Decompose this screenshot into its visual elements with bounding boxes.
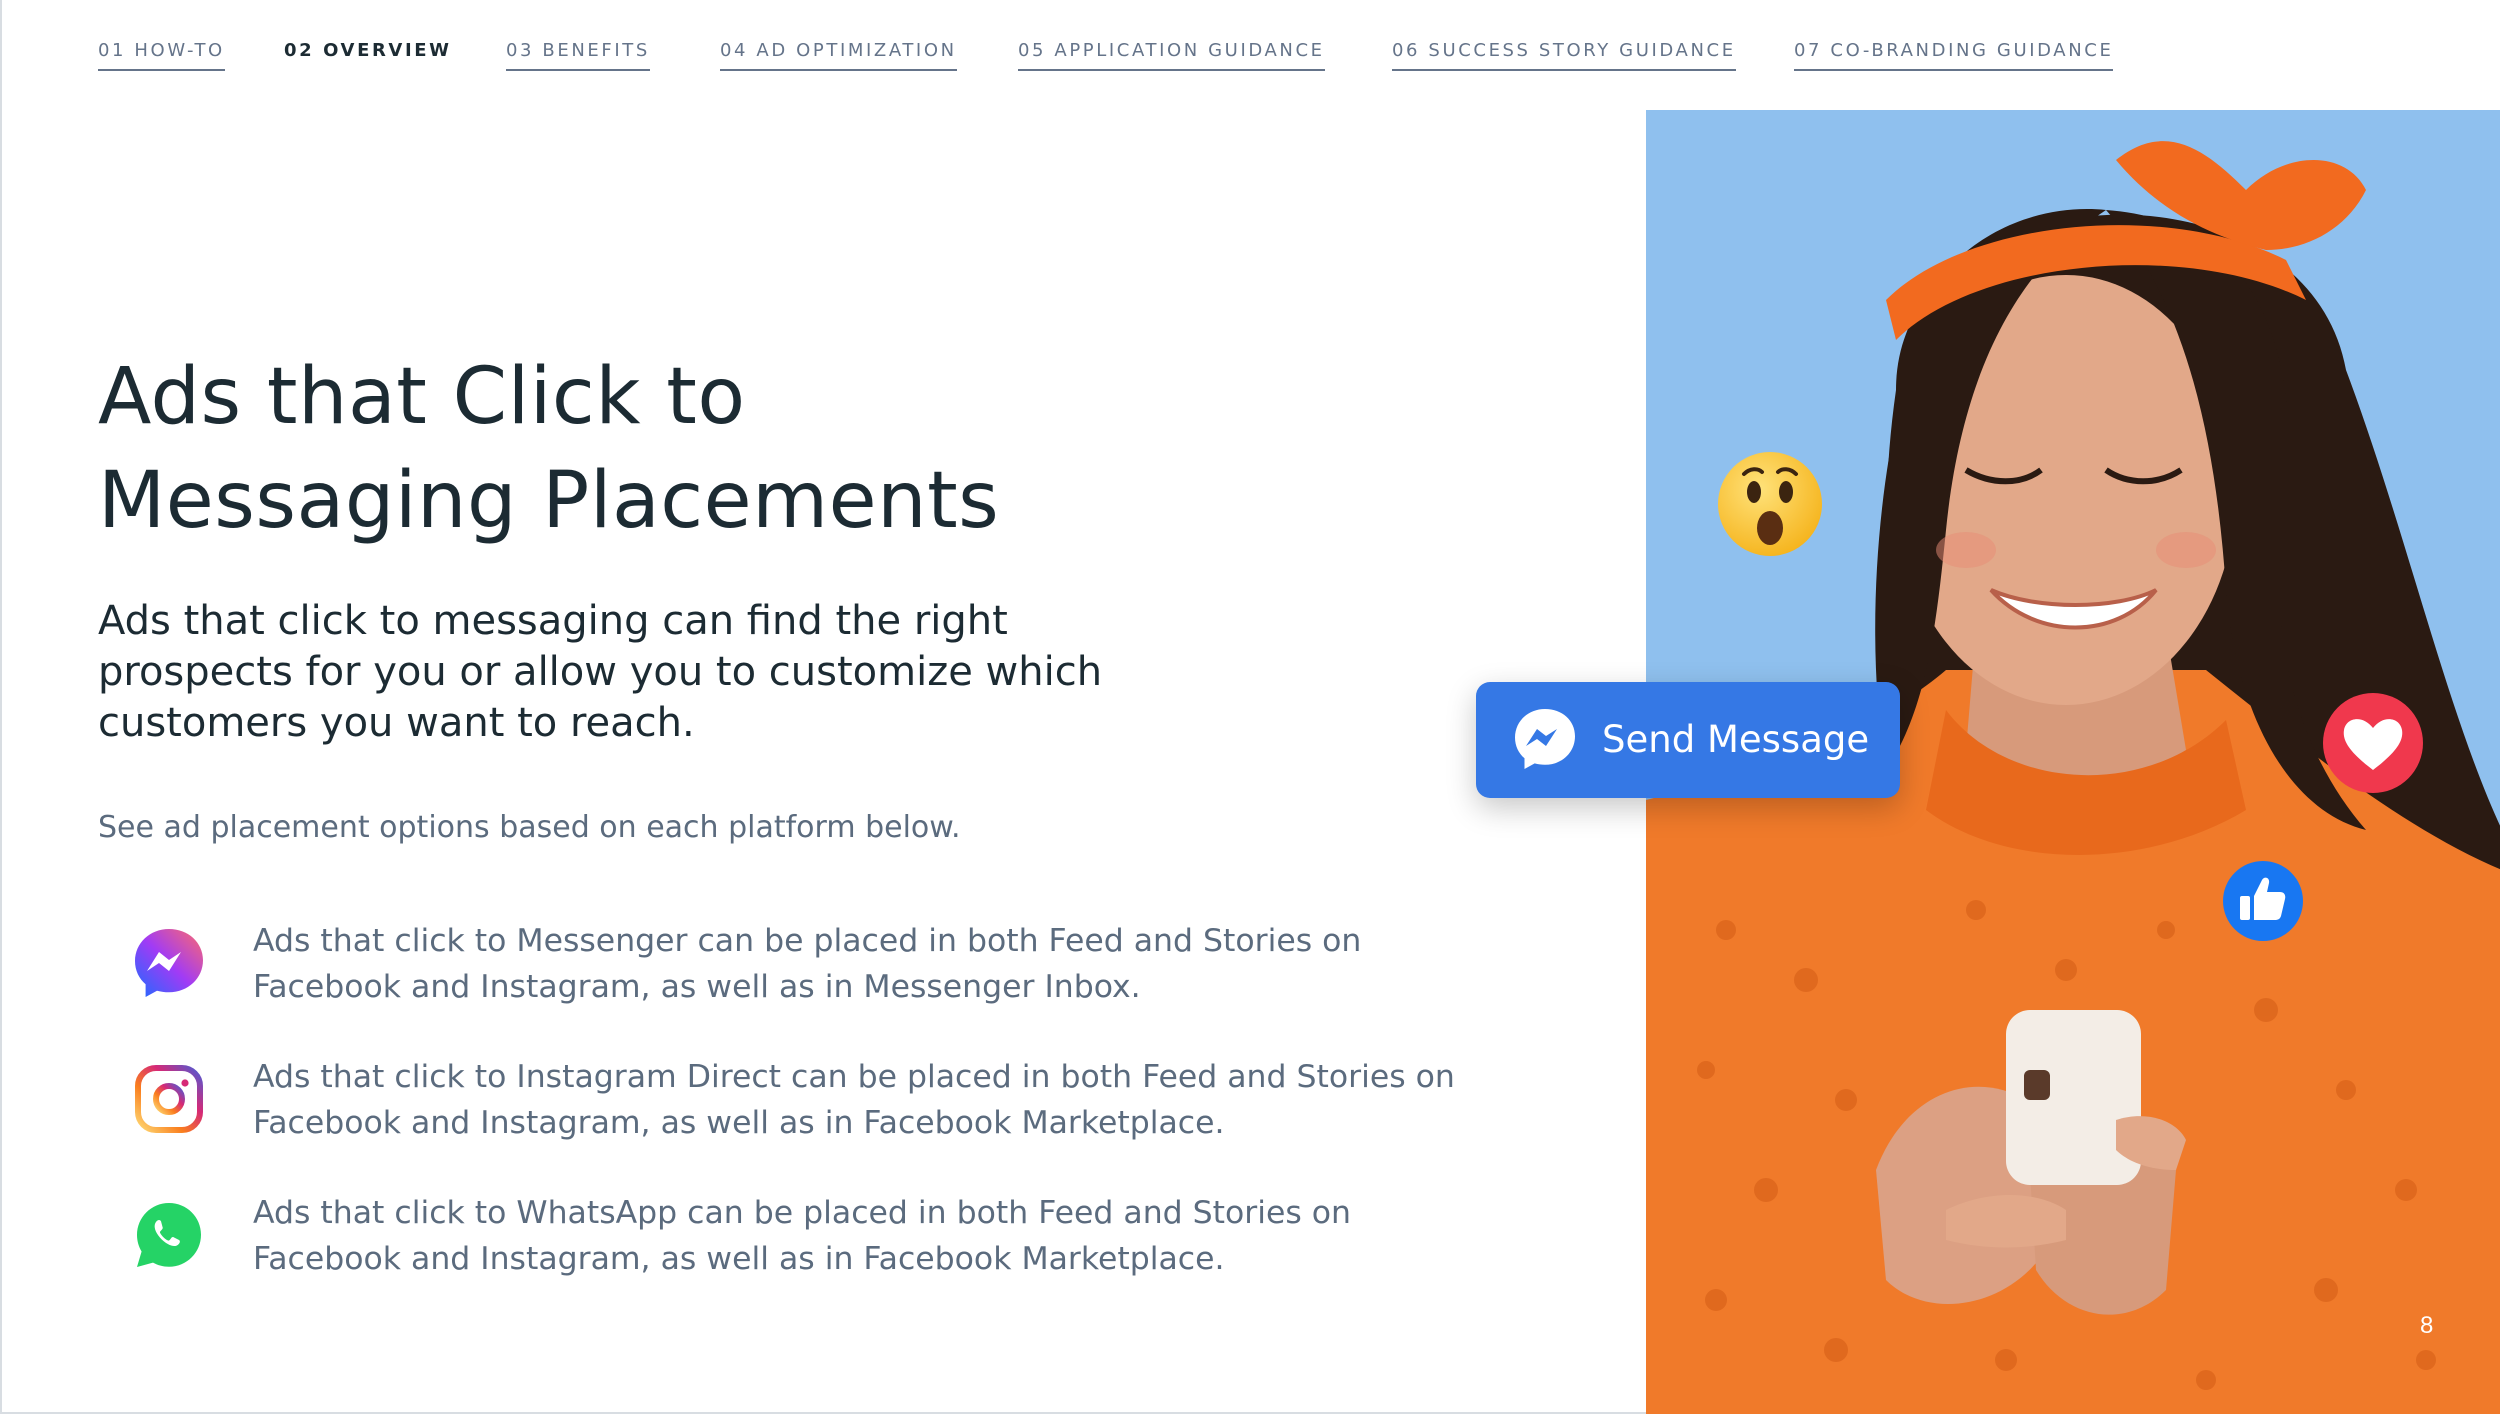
placement-text-instagram: Ads that click to Instagram Direct can b… (253, 1059, 1455, 1141)
page-title-line-1: Ads that Click to (98, 352, 746, 442)
placement-item-whatsapp: Ads that click to WhatsApp can be placed… (132, 1195, 1492, 1298)
intro-paragraph: Ads that click to messaging can find the… (98, 598, 1103, 746)
page-title: Ads that Click to Messaging Placements (98, 345, 1298, 553)
whatsapp-icon (137, 1203, 201, 1267)
wow-emoji-icon (1718, 452, 1822, 556)
placement-text-whatsapp: Ads that click to WhatsApp can be placed… (253, 1195, 1352, 1277)
nav-tab-how-to[interactable]: 01 HOW-TO (98, 40, 225, 71)
messenger-icon (1515, 709, 1575, 769)
nav-tab-application-guidance[interactable]: 05 APPLICATION GUIDANCE (1018, 40, 1325, 71)
placement-note: See ad placement options based on each p… (98, 810, 961, 845)
love-reaction-icon (2323, 693, 2423, 793)
nav-tab-benefits[interactable]: 03 BENEFITS (506, 40, 650, 71)
like-reaction-icon (2223, 861, 2303, 941)
send-message-label: Send Message (1602, 718, 1870, 761)
page-title-line-2: Messaging Placements (98, 456, 1000, 546)
messenger-icon (135, 929, 203, 997)
nav-tab-overview[interactable]: 02 OVERVIEW (284, 40, 452, 69)
instagram-icon (135, 1065, 203, 1133)
nav-tab-co-branding-guidance[interactable]: 07 CO-BRANDING GUIDANCE (1794, 40, 2114, 71)
nav-tab-ad-optimization[interactable]: 04 AD OPTIMIZATION (720, 40, 957, 71)
placement-item-instagram: Ads that click to Instagram Direct can b… (132, 1059, 1492, 1162)
page-number: 8 (2420, 1312, 2434, 1339)
nav-tab-success-story-guidance[interactable]: 06 SUCCESS STORY GUIDANCE (1392, 40, 1736, 71)
placement-text-messenger: Ads that click to Messenger can be place… (253, 923, 1362, 1005)
placement-item-messenger: Ads that click to Messenger can be place… (132, 923, 1492, 1026)
slide-page: 01 HOW-TO 02 OVERVIEW 03 BENEFITS 04 AD … (0, 0, 2500, 1414)
send-message-button[interactable]: Send Message (1476, 682, 1900, 798)
